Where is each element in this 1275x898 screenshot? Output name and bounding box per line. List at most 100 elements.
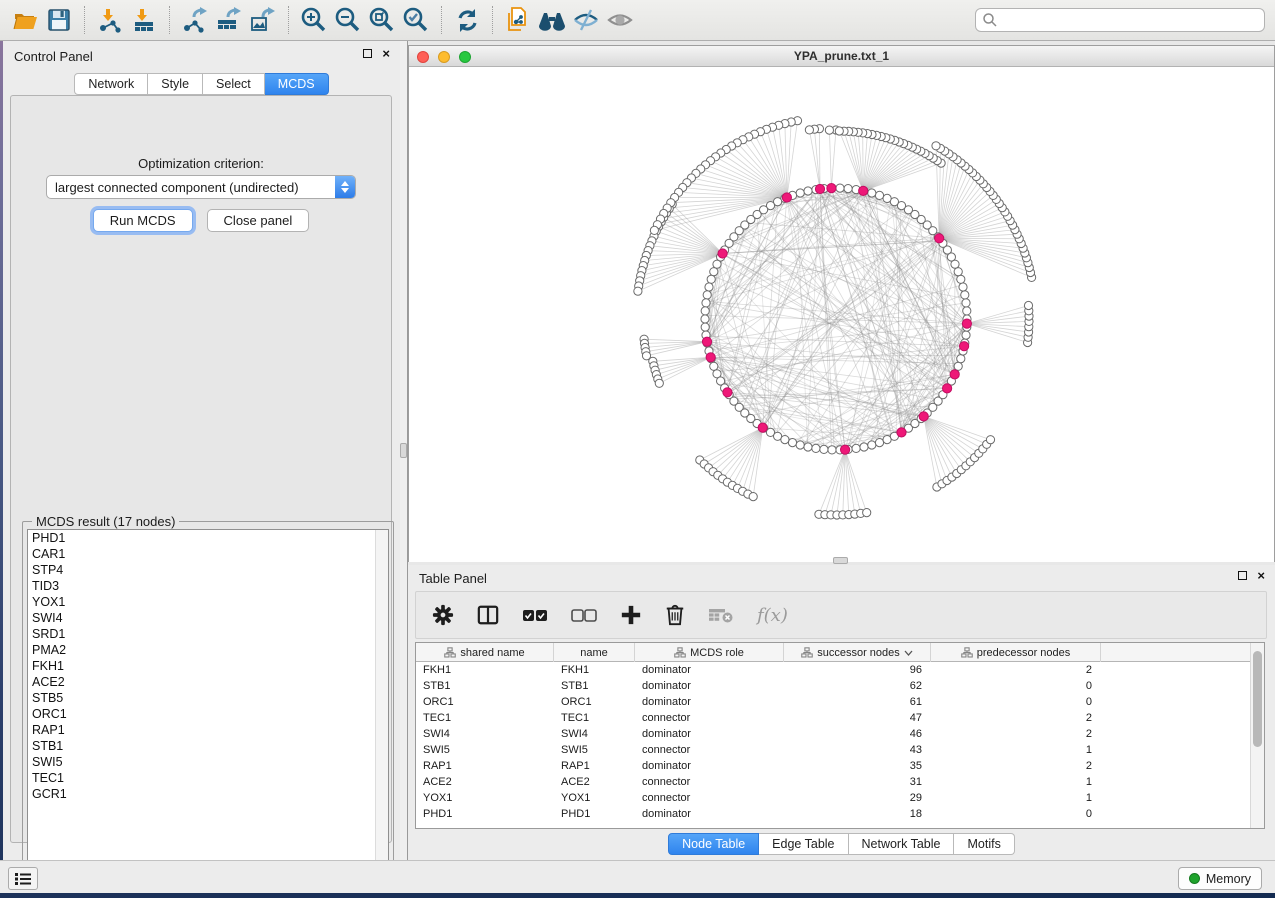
ring-node[interactable] xyxy=(713,260,721,268)
table-cell[interactable]: YOX1 xyxy=(416,790,554,806)
column-header[interactable]: predecessor nodes xyxy=(931,643,1101,662)
ring-node[interactable] xyxy=(707,275,715,283)
close-panel-button[interactable]: Close panel xyxy=(207,209,310,232)
ring-node[interactable] xyxy=(705,283,713,291)
table-cell[interactable]: 61 xyxy=(784,694,931,710)
mcds-hub-node[interactable] xyxy=(782,193,791,202)
zoom-in-button[interactable] xyxy=(297,4,331,36)
leaf-node[interactable] xyxy=(749,493,757,501)
table-cell[interactable]: TEC1 xyxy=(554,710,635,726)
ring-node[interactable] xyxy=(954,268,962,276)
mcds-result-item[interactable]: YOX1 xyxy=(28,594,388,610)
ring-node[interactable] xyxy=(860,443,868,451)
ring-node[interactable] xyxy=(804,187,812,195)
tab-select[interactable]: Select xyxy=(203,73,265,95)
table-row[interactable]: TEC1TEC1connector472 xyxy=(416,710,1251,726)
ring-node[interactable] xyxy=(962,331,970,339)
ring-node[interactable] xyxy=(804,443,812,451)
leaf-node[interactable] xyxy=(863,509,871,517)
table-cell[interactable]: dominator xyxy=(635,678,784,694)
table-cell[interactable]: connector xyxy=(635,710,784,726)
export-table-button[interactable] xyxy=(212,4,246,36)
table-cell[interactable]: 2 xyxy=(931,662,1101,678)
leaf-node[interactable] xyxy=(835,127,843,135)
horizontal-splitter-handle[interactable] xyxy=(833,557,848,564)
table-row[interactable]: SWI4SWI4dominator462 xyxy=(416,726,1251,742)
mcds-hub-node[interactable] xyxy=(706,353,715,362)
table-cell[interactable]: 0 xyxy=(931,806,1101,822)
mcds-hub-node[interactable] xyxy=(950,370,959,379)
table-cell[interactable]: 2 xyxy=(931,726,1101,742)
table-row[interactable]: ORC1ORC1dominator610 xyxy=(416,694,1251,710)
mcds-hub-node[interactable] xyxy=(841,445,850,454)
table-cell[interactable]: 0 xyxy=(931,694,1101,710)
mcds-result-item[interactable]: RAP1 xyxy=(28,722,388,738)
show-columns-button[interactable] xyxy=(477,604,499,626)
unselect-all-button[interactable] xyxy=(571,607,597,623)
table-cell[interactable]: RAP1 xyxy=(416,758,554,774)
table-cell[interactable]: FKH1 xyxy=(554,662,635,678)
first-neighbors-button[interactable] xyxy=(535,4,569,36)
table-cell[interactable]: PHD1 xyxy=(416,806,554,822)
ring-node[interactable] xyxy=(883,194,891,202)
table-cell[interactable]: TEC1 xyxy=(416,710,554,726)
ring-node[interactable] xyxy=(812,444,820,452)
mcds-hub-node[interactable] xyxy=(718,249,727,258)
search-field[interactable] xyxy=(975,8,1265,32)
table-cell[interactable]: 18 xyxy=(784,806,931,822)
table-row[interactable]: RAP1RAP1dominator352 xyxy=(416,758,1251,774)
table-cell[interactable]: 1 xyxy=(931,774,1101,790)
close-table-panel-icon[interactable]: × xyxy=(1257,571,1265,580)
import-table-button[interactable] xyxy=(127,4,161,36)
table-cell[interactable]: 2 xyxy=(931,758,1101,774)
save-session-button[interactable] xyxy=(42,4,76,36)
mcds-hub-node[interactable] xyxy=(723,388,732,397)
hide-panels-button[interactable] xyxy=(569,4,603,36)
table-cell[interactable]: PHD1 xyxy=(554,806,635,822)
table-cell[interactable]: ACE2 xyxy=(554,774,635,790)
ring-node[interactable] xyxy=(820,445,828,453)
clone-network-button[interactable] xyxy=(501,4,535,36)
table-cell[interactable]: 47 xyxy=(784,710,931,726)
table-cell[interactable]: dominator xyxy=(635,694,784,710)
search-input[interactable] xyxy=(998,11,1258,29)
sort-dropdown-icon[interactable] xyxy=(904,650,913,656)
column-header[interactable]: successor nodes xyxy=(784,643,931,662)
table-cell[interactable]: dominator xyxy=(635,758,784,774)
table-cell[interactable]: STB1 xyxy=(554,678,635,694)
table-cell[interactable]: SWI4 xyxy=(416,726,554,742)
table-row[interactable]: PHD1PHD1dominator180 xyxy=(416,806,1251,822)
mcds-hub-node[interactable] xyxy=(859,186,868,195)
mcds-result-item[interactable]: PHD1 xyxy=(28,530,388,546)
mcds-result-item[interactable]: ORC1 xyxy=(28,706,388,722)
leaf-node[interactable] xyxy=(650,226,658,234)
tab-network-table[interactable]: Network Table xyxy=(849,833,955,855)
table-cell[interactable]: 1 xyxy=(931,790,1101,806)
network-graph[interactable] xyxy=(409,67,1274,562)
table-cell[interactable]: connector xyxy=(635,790,784,806)
mcds-hub-node[interactable] xyxy=(758,423,767,432)
mcds-result-item[interactable]: CAR1 xyxy=(28,546,388,562)
ring-node[interactable] xyxy=(962,299,970,307)
splitter-handle[interactable] xyxy=(400,443,407,458)
close-panel-icon[interactable]: × xyxy=(382,49,390,58)
table-scrollbar[interactable] xyxy=(1250,643,1264,828)
ring-node[interactable] xyxy=(963,307,971,315)
leaf-node[interactable] xyxy=(642,352,650,360)
leaf-node[interactable] xyxy=(825,126,833,134)
mcds-hub-node[interactable] xyxy=(815,184,824,193)
mcds-result-item[interactable]: FKH1 xyxy=(28,658,388,674)
table-cell[interactable]: 0 xyxy=(931,678,1101,694)
table-scrollbar-thumb[interactable] xyxy=(1253,651,1262,747)
mcds-hub-node[interactable] xyxy=(702,337,711,346)
select-all-button[interactable] xyxy=(522,607,548,623)
leaf-node[interactable] xyxy=(986,436,994,444)
table-cell[interactable]: 96 xyxy=(784,662,931,678)
ring-node[interactable] xyxy=(875,191,883,199)
ring-node[interactable] xyxy=(868,441,876,449)
table-cell[interactable]: 43 xyxy=(784,742,931,758)
table-cell[interactable]: 1 xyxy=(931,742,1101,758)
leaf-node[interactable] xyxy=(805,126,813,134)
ring-node[interactable] xyxy=(710,362,718,370)
zoom-out-button[interactable] xyxy=(331,4,365,36)
